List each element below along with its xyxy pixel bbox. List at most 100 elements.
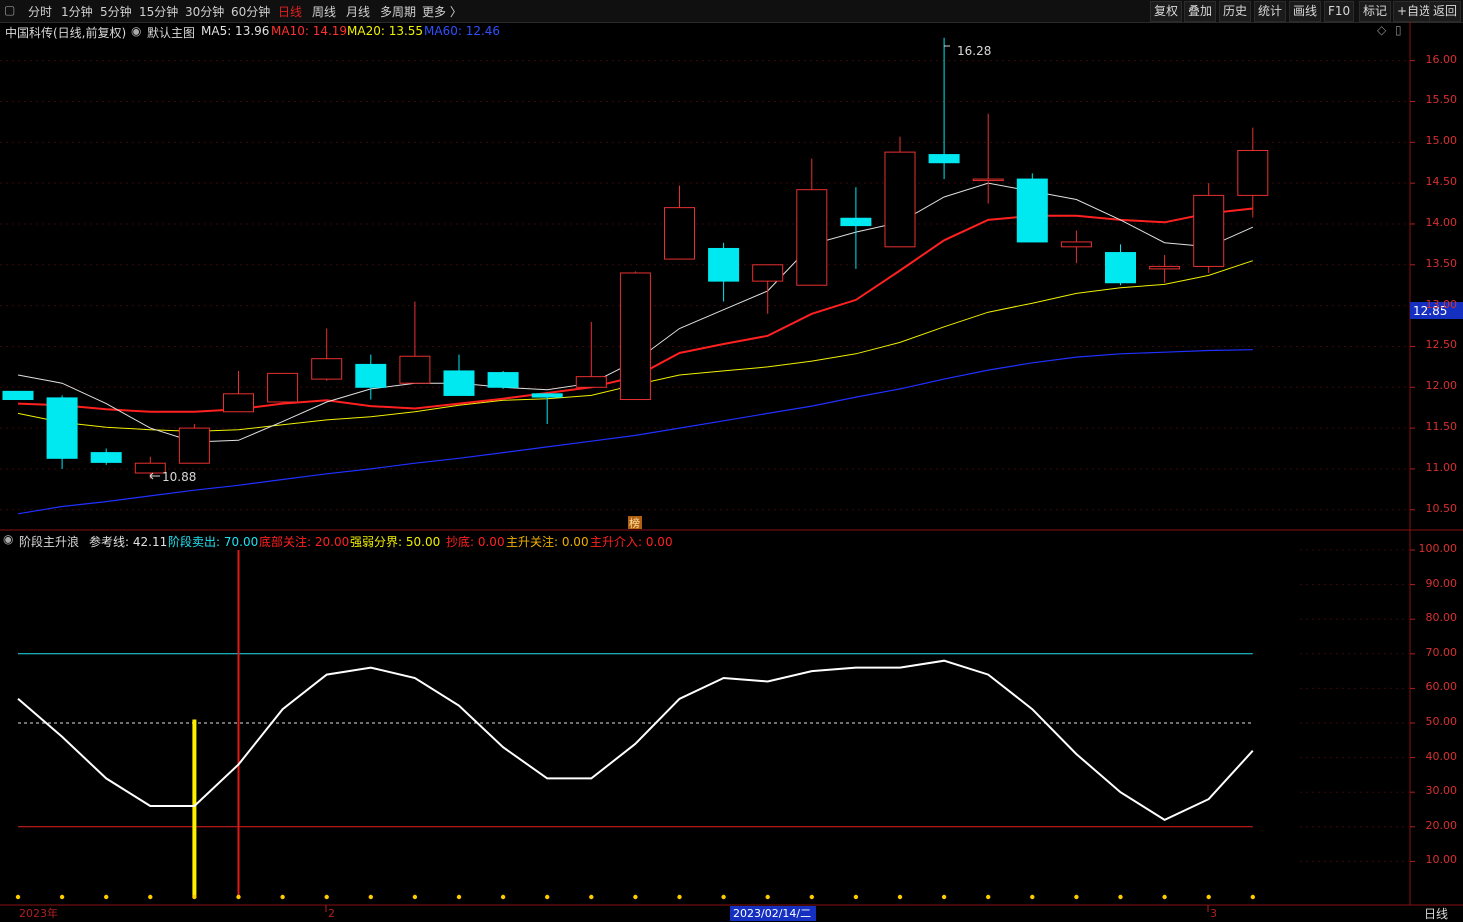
signal-dot: [59, 894, 65, 900]
signal-dot: [677, 894, 682, 900]
signal-dot: [941, 894, 947, 900]
indicator-bottom: 底部关注: 20.00: [259, 535, 350, 549]
candle-up: [884, 151, 916, 248]
cursor-date: 2023/02/14/二: [733, 907, 811, 920]
candle-up: [1149, 265, 1181, 270]
candle-down: [1016, 178, 1048, 243]
candle-up: [664, 207, 695, 260]
price-tick-label: 15.00: [1425, 134, 1458, 148]
candle-down: [46, 397, 78, 459]
candle-up: [575, 376, 607, 388]
candle-up: [267, 372, 299, 403]
candle-down: [355, 363, 387, 388]
signal-dot: [721, 894, 726, 900]
candle-up: [134, 462, 166, 474]
signal-dot: [15, 894, 21, 900]
indicator-toggle-icon[interactable]: ◉: [3, 532, 13, 546]
indicator-tick-label: 60.00: [1425, 680, 1458, 694]
signal-dot: [324, 894, 329, 900]
candle-down: [1105, 252, 1136, 284]
signal-dot: [368, 894, 373, 900]
indicator-tick-label: 30.00: [1425, 784, 1458, 798]
low-arrow-icon: [149, 472, 160, 480]
indicator-buy-bottom: 抄底: 0.00: [446, 535, 505, 549]
candle-up: [972, 178, 1004, 182]
indicator-info-bar: ◉ 阶段主升浪 参考线: 42.11 阶段卖出: 70.00 底部关注: 20.…: [0, 532, 1410, 550]
price-tick-label: 11.00: [1425, 460, 1458, 474]
candle-down: [2, 390, 34, 401]
high-price-label: 16.28: [957, 44, 991, 58]
signal-dot: [280, 894, 285, 900]
indicator-divide: 强弱分界: 50.00: [350, 535, 441, 549]
signal-dot: [192, 894, 197, 900]
signal-dot: [765, 894, 770, 900]
price-tick-label: 14.00: [1425, 215, 1458, 229]
signal-dot: [236, 894, 241, 900]
price-tick-label: 10.50: [1425, 501, 1458, 515]
price-tick-label: 13.00: [1425, 297, 1458, 311]
candle-up: [752, 264, 784, 282]
candle-up: [1237, 149, 1269, 196]
event-marker-label: 榜: [629, 516, 640, 530]
candle-down: [708, 247, 740, 282]
signal-dot: [1250, 894, 1256, 900]
candle-down: [443, 370, 475, 396]
candle-up: [619, 272, 651, 401]
candle-down: [487, 372, 519, 388]
price-tick-label: 14.50: [1425, 175, 1458, 189]
indicator-tick-label: 20.00: [1425, 818, 1458, 832]
price-tick-label: 16.00: [1425, 52, 1458, 66]
price-tick-label: 13.50: [1425, 256, 1458, 270]
candle-down: [90, 452, 122, 463]
low-price-label: 10.88: [162, 470, 196, 484]
candle-down: [531, 393, 563, 398]
candle-up: [399, 355, 431, 384]
candle-up: [178, 427, 210, 464]
kline-chart[interactable]: 16.28 10.88 榜 12.85 2023年 2 2023/02/14/二…: [0, 0, 1463, 921]
candle-up: [1060, 241, 1092, 248]
signal-dot: [986, 894, 991, 900]
signal-dot: [104, 894, 109, 900]
signal-dot: [589, 894, 594, 900]
price-tick-label: 15.50: [1425, 93, 1458, 107]
indicator-main-focus: 主升关注: 0.00: [506, 535, 589, 549]
x-label-feb: 2: [328, 907, 335, 920]
candle-down: [840, 217, 872, 227]
signal-dot: [633, 894, 638, 900]
indicator-tick-label: 90.00: [1425, 576, 1458, 590]
signal-dot: [412, 894, 418, 900]
signal-dot: [1074, 894, 1079, 900]
signal-dot: [545, 894, 550, 900]
indicator-line: [17, 659, 1254, 822]
indicator-name[interactable]: 阶段主升浪: [19, 533, 79, 550]
price-tick-label: 12.50: [1425, 338, 1458, 352]
indicator-tick-label: 100.00: [1418, 542, 1458, 555]
price-tick-label: 11.50: [1425, 420, 1458, 434]
indicator-tick-label: 40.00: [1425, 749, 1458, 763]
indicator-tick-label: 10.00: [1425, 853, 1458, 867]
indicator-ref: 参考线: 42.11: [89, 535, 168, 549]
signal-dot: [897, 894, 903, 900]
indicator-tick-label: 50.00: [1425, 715, 1458, 728]
indicator-sell: 阶段卖出: 70.00: [168, 535, 259, 549]
signal-dot: [1118, 894, 1123, 900]
price-tick-label: 12.00: [1425, 379, 1458, 393]
x-label-mar: 3: [1210, 907, 1217, 920]
indicator-main-enter: 主升介入: 0.00: [590, 535, 673, 549]
candle-up: [796, 189, 828, 286]
signal-dot: [809, 894, 814, 900]
candle-up: [223, 393, 254, 413]
signal-dot: [500, 894, 506, 900]
signal-dot: [1030, 894, 1035, 900]
indicator-tick-label: 80.00: [1425, 611, 1458, 625]
candle-up: [311, 358, 343, 380]
x-label-year: 2023年: [19, 906, 58, 920]
signal-dot: [853, 894, 859, 900]
indicator-tick-label: 70.00: [1425, 645, 1458, 659]
signal-dot: [1206, 894, 1211, 900]
signal-dot: [1162, 894, 1167, 900]
signal-dot: [148, 894, 153, 900]
candle-up: [1193, 194, 1225, 267]
period-label: 日线: [1424, 907, 1449, 921]
signal-dot: [456, 894, 462, 900]
